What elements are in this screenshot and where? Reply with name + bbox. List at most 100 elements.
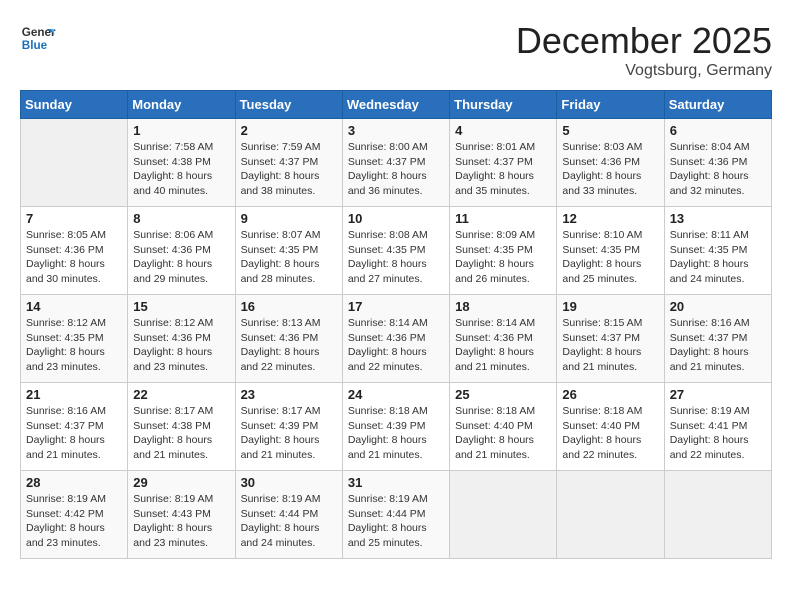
day-info: Sunrise: 8:12 AM Sunset: 4:35 PM Dayligh… xyxy=(26,316,122,375)
day-info: Sunrise: 8:06 AM Sunset: 4:36 PM Dayligh… xyxy=(133,228,229,287)
weekday-header-sunday: Sunday xyxy=(21,91,128,119)
day-info: Sunrise: 8:11 AM Sunset: 4:35 PM Dayligh… xyxy=(670,228,766,287)
day-info: Sunrise: 8:10 AM Sunset: 4:35 PM Dayligh… xyxy=(562,228,658,287)
day-info: Sunrise: 8:09 AM Sunset: 4:35 PM Dayligh… xyxy=(455,228,551,287)
calendar-cell: 21Sunrise: 8:16 AM Sunset: 4:37 PM Dayli… xyxy=(21,383,128,471)
calendar-cell: 28 Sunrise: 8:19 AM Sunset: 4:42 PM Dayli… xyxy=(21,471,128,559)
calendar-cell: 24 Sunrise: 8:18 AM Sunset: 4:39 PM Dayli… xyxy=(342,383,449,471)
day-number: 20 xyxy=(670,299,766,314)
day-info: Sunrise: 8:14 AM Sunset: 4:36 PM Dayligh… xyxy=(455,316,551,375)
month-title: December 2025 xyxy=(516,20,772,62)
day-number: 8 xyxy=(133,211,229,226)
calendar-cell: 9 Sunrise: 8:07 AM Sunset: 4:35 PM Daylig… xyxy=(235,207,342,295)
calendar-cell: 26 Sunrise: 8:18 AM Sunset: 4:40 PM Dayli… xyxy=(557,383,664,471)
weekday-header-wednesday: Wednesday xyxy=(342,91,449,119)
day-info: Sunrise: 7:59 AM Sunset: 4:37 PM Dayligh… xyxy=(241,140,337,199)
day-info: Sunrise: 8:01 AM Sunset: 4:37 PM Dayligh… xyxy=(455,140,551,199)
day-info: Sunrise: 8:08 AM Sunset: 4:35 PM Dayligh… xyxy=(348,228,444,287)
day-number: 14 xyxy=(26,299,122,314)
svg-text:Blue: Blue xyxy=(22,39,48,52)
day-info: Sunrise: 8:19 AM Sunset: 4:42 PM Dayligh… xyxy=(26,492,122,551)
day-number: 16 xyxy=(241,299,337,314)
weekday-header-friday: Friday xyxy=(557,91,664,119)
calendar-cell: 4 Sunrise: 8:01 AM Sunset: 4:37 PM Daylig… xyxy=(450,119,557,207)
calendar-week-4: 21Sunrise: 8:16 AM Sunset: 4:37 PM Dayli… xyxy=(21,383,772,471)
calendar-cell: 11 Sunrise: 8:09 AM Sunset: 4:35 PM Dayli… xyxy=(450,207,557,295)
day-number: 30 xyxy=(241,475,337,490)
day-number: 27 xyxy=(670,387,766,402)
day-number: 11 xyxy=(455,211,551,226)
day-number: 28 xyxy=(26,475,122,490)
calendar-cell: 6Sunrise: 8:04 AM Sunset: 4:36 PM Daylig… xyxy=(664,119,771,207)
weekday-header-row: SundayMondayTuesdayWednesdayThursdayFrid… xyxy=(21,91,772,119)
calendar-cell: 10Sunrise: 8:08 AM Sunset: 4:35 PM Dayli… xyxy=(342,207,449,295)
calendar-week-5: 28 Sunrise: 8:19 AM Sunset: 4:42 PM Dayli… xyxy=(21,471,772,559)
calendar-cell: 15Sunrise: 8:12 AM Sunset: 4:36 PM Dayli… xyxy=(128,295,235,383)
day-info: Sunrise: 8:07 AM Sunset: 4:35 PM Dayligh… xyxy=(241,228,337,287)
day-number: 13 xyxy=(670,211,766,226)
calendar-cell: 18 Sunrise: 8:14 AM Sunset: 4:36 PM Dayli… xyxy=(450,295,557,383)
calendar-cell: 2 Sunrise: 7:59 AM Sunset: 4:37 PM Daylig… xyxy=(235,119,342,207)
calendar-cell: 14 Sunrise: 8:12 AM Sunset: 4:35 PM Dayli… xyxy=(21,295,128,383)
weekday-header-thursday: Thursday xyxy=(450,91,557,119)
day-number: 26 xyxy=(562,387,658,402)
calendar-cell: 25 Sunrise: 8:18 AM Sunset: 4:40 PM Dayli… xyxy=(450,383,557,471)
calendar-cell xyxy=(450,471,557,559)
day-number: 12 xyxy=(562,211,658,226)
calendar-cell: 19Sunrise: 8:15 AM Sunset: 4:37 PM Dayli… xyxy=(557,295,664,383)
logo-icon: General Blue xyxy=(20,20,56,56)
weekday-header-monday: Monday xyxy=(128,91,235,119)
calendar-cell: 17Sunrise: 8:14 AM Sunset: 4:36 PM Dayli… xyxy=(342,295,449,383)
calendar-cell: 22 Sunrise: 8:17 AM Sunset: 4:38 PM Dayli… xyxy=(128,383,235,471)
weekday-header-saturday: Saturday xyxy=(664,91,771,119)
calendar-week-2: 7Sunrise: 8:05 AM Sunset: 4:36 PM Daylig… xyxy=(21,207,772,295)
day-info: Sunrise: 8:19 AM Sunset: 4:44 PM Dayligh… xyxy=(241,492,337,551)
calendar-week-3: 14 Sunrise: 8:12 AM Sunset: 4:35 PM Dayli… xyxy=(21,295,772,383)
calendar-table: SundayMondayTuesdayWednesdayThursdayFrid… xyxy=(20,90,772,559)
day-info: Sunrise: 8:00 AM Sunset: 4:37 PM Dayligh… xyxy=(348,140,444,199)
day-number: 21 xyxy=(26,387,122,402)
day-info: Sunrise: 8:16 AM Sunset: 4:37 PM Dayligh… xyxy=(670,316,766,375)
calendar-cell: 3 Sunrise: 8:00 AM Sunset: 4:37 PM Daylig… xyxy=(342,119,449,207)
day-number: 7 xyxy=(26,211,122,226)
calendar-cell: 5 Sunrise: 8:03 AM Sunset: 4:36 PM Daylig… xyxy=(557,119,664,207)
day-info: Sunrise: 8:18 AM Sunset: 4:40 PM Dayligh… xyxy=(562,404,658,463)
calendar-cell: 20 Sunrise: 8:16 AM Sunset: 4:37 PM Dayli… xyxy=(664,295,771,383)
page-header: General Blue December 2025 Vogtsburg, Ge… xyxy=(20,20,772,80)
calendar-cell: 8 Sunrise: 8:06 AM Sunset: 4:36 PM Daylig… xyxy=(128,207,235,295)
calendar-week-1: 1 Sunrise: 7:58 AM Sunset: 4:38 PM Daylig… xyxy=(21,119,772,207)
day-info: Sunrise: 8:18 AM Sunset: 4:40 PM Dayligh… xyxy=(455,404,551,463)
calendar-cell: 12 Sunrise: 8:10 AM Sunset: 4:35 PM Dayli… xyxy=(557,207,664,295)
calendar-cell: 7Sunrise: 8:05 AM Sunset: 4:36 PM Daylig… xyxy=(21,207,128,295)
day-info: Sunrise: 8:03 AM Sunset: 4:36 PM Dayligh… xyxy=(562,140,658,199)
day-number: 19 xyxy=(562,299,658,314)
day-info: Sunrise: 8:19 AM Sunset: 4:43 PM Dayligh… xyxy=(133,492,229,551)
day-number: 9 xyxy=(241,211,337,226)
day-number: 23 xyxy=(241,387,337,402)
day-number: 1 xyxy=(133,123,229,138)
day-number: 5 xyxy=(562,123,658,138)
location: Vogtsburg, Germany xyxy=(516,62,772,80)
day-number: 24 xyxy=(348,387,444,402)
day-info: Sunrise: 8:17 AM Sunset: 4:38 PM Dayligh… xyxy=(133,404,229,463)
day-number: 3 xyxy=(348,123,444,138)
day-number: 15 xyxy=(133,299,229,314)
day-number: 25 xyxy=(455,387,551,402)
calendar-cell: 31Sunrise: 8:19 AM Sunset: 4:44 PM Dayli… xyxy=(342,471,449,559)
day-number: 4 xyxy=(455,123,551,138)
weekday-header-tuesday: Tuesday xyxy=(235,91,342,119)
calendar-cell xyxy=(557,471,664,559)
day-number: 18 xyxy=(455,299,551,314)
calendar-cell: 29 Sunrise: 8:19 AM Sunset: 4:43 PM Dayli… xyxy=(128,471,235,559)
day-number: 22 xyxy=(133,387,229,402)
day-number: 2 xyxy=(241,123,337,138)
day-number: 29 xyxy=(133,475,229,490)
day-number: 31 xyxy=(348,475,444,490)
day-info: Sunrise: 8:18 AM Sunset: 4:39 PM Dayligh… xyxy=(348,404,444,463)
day-info: Sunrise: 8:17 AM Sunset: 4:39 PM Dayligh… xyxy=(241,404,337,463)
day-info: Sunrise: 8:19 AM Sunset: 4:41 PM Dayligh… xyxy=(670,404,766,463)
calendar-cell: 13 Sunrise: 8:11 AM Sunset: 4:35 PM Dayli… xyxy=(664,207,771,295)
day-info: Sunrise: 8:04 AM Sunset: 4:36 PM Dayligh… xyxy=(670,140,766,199)
day-info: Sunrise: 7:58 AM Sunset: 4:38 PM Dayligh… xyxy=(133,140,229,199)
calendar-cell: 30 Sunrise: 8:19 AM Sunset: 4:44 PM Dayli… xyxy=(235,471,342,559)
